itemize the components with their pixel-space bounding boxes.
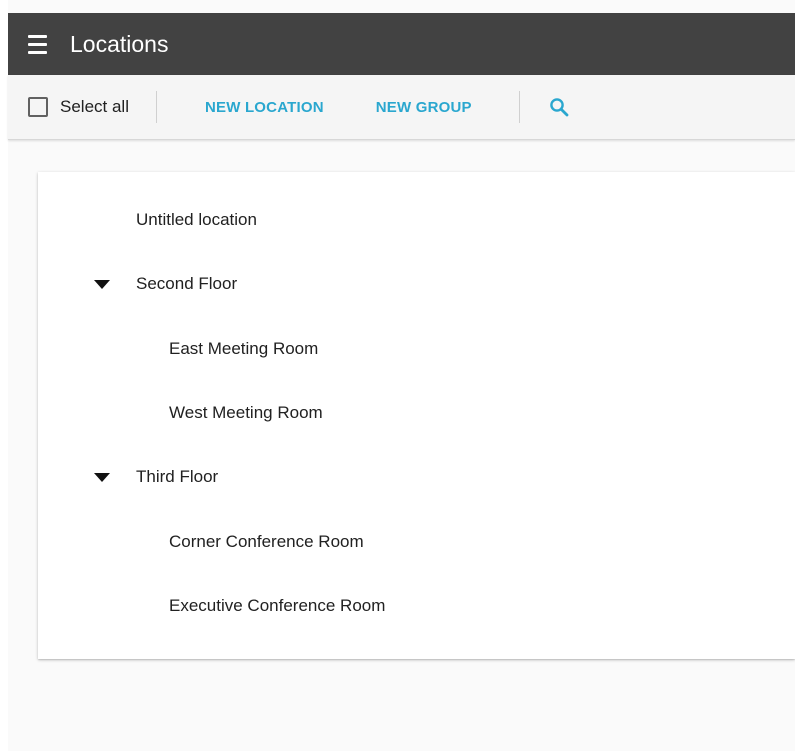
tree-location-item[interactable]: East Meeting Room bbox=[38, 329, 795, 369]
toolbar-divider bbox=[155, 91, 157, 123]
locations-tree-card: Untitled location Second Floor East Meetin… bbox=[38, 172, 795, 659]
tree-item-label: Third Floor bbox=[136, 467, 219, 486]
select-all-label: Select all bbox=[60, 97, 129, 116]
caret-down-icon[interactable] bbox=[94, 473, 110, 482]
tree-item-label: East Meeting Room bbox=[169, 339, 319, 358]
select-all-control[interactable]: Select all bbox=[28, 97, 129, 117]
left-gutter bbox=[0, 0, 8, 751]
tree-location-item[interactable]: Executive Conference Room bbox=[38, 586, 795, 626]
search-icon[interactable] bbox=[547, 95, 571, 119]
page: Locations Select all NEW LOCATION NEW GR… bbox=[0, 0, 795, 751]
page-title: Locations bbox=[70, 30, 169, 57]
app-bar: Locations bbox=[8, 13, 795, 75]
tree-item-label: West Meeting Room bbox=[169, 403, 323, 422]
new-group-button[interactable]: NEW GROUP bbox=[376, 99, 472, 116]
tree-item-label: Untitled location bbox=[136, 210, 257, 229]
tree-location-item[interactable]: Untitled location bbox=[38, 200, 795, 240]
tree-location-item[interactable]: Corner Conference Room bbox=[38, 522, 795, 562]
toolbar-divider bbox=[518, 91, 520, 123]
select-all-checkbox[interactable] bbox=[28, 97, 48, 117]
tree-item-label: Corner Conference Room bbox=[169, 532, 364, 551]
toolbar: Select all NEW LOCATION NEW GROUP bbox=[8, 75, 795, 140]
tree-item-label: Second Floor bbox=[136, 274, 238, 293]
caret-down-icon[interactable] bbox=[94, 280, 110, 289]
tree-group-item[interactable]: Third Floor bbox=[38, 457, 795, 497]
hamburger-menu-icon[interactable] bbox=[28, 32, 52, 56]
tree-group-item[interactable]: Second Floor bbox=[38, 264, 795, 304]
tree-item-label: Executive Conference Room bbox=[169, 596, 386, 615]
tree-location-item[interactable]: West Meeting Room bbox=[38, 393, 795, 433]
new-location-button[interactable]: NEW LOCATION bbox=[205, 99, 324, 116]
